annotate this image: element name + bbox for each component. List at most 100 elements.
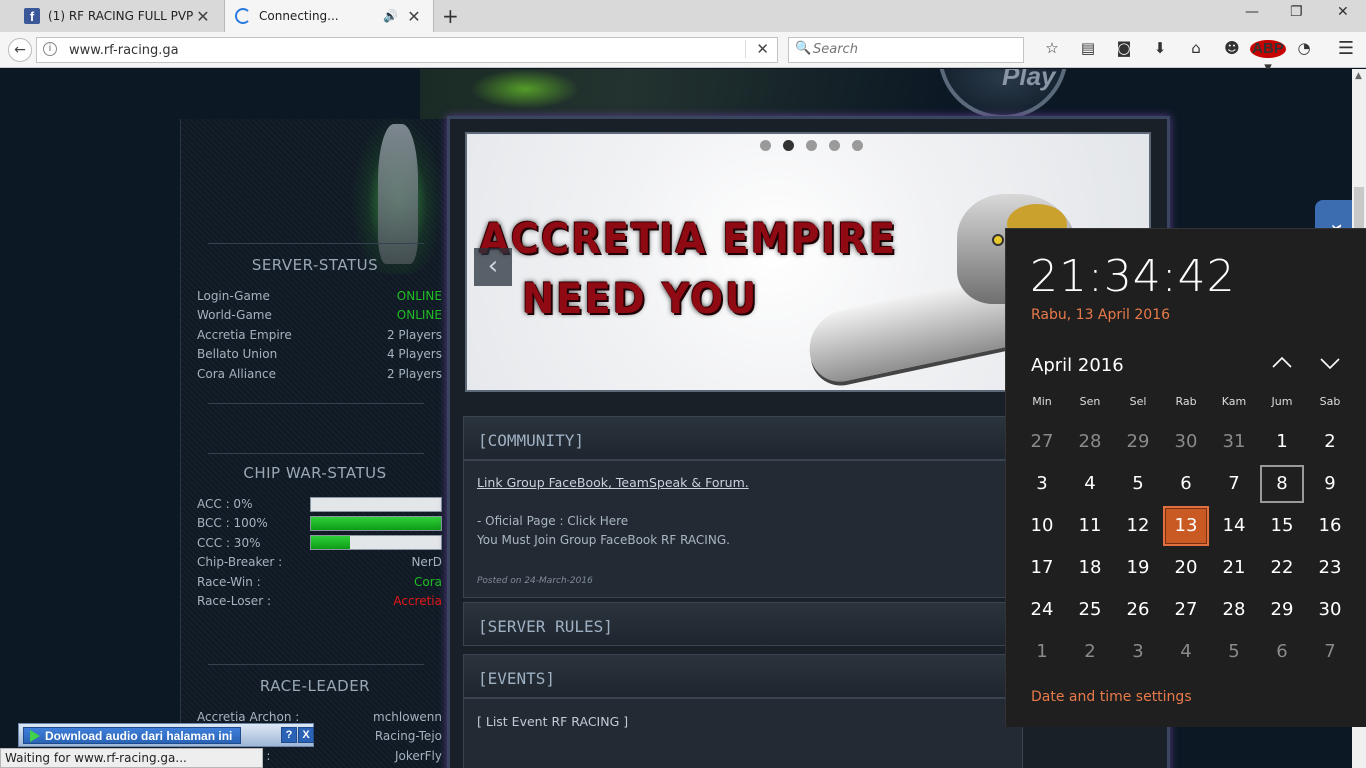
calendar-day[interactable]: 29 — [1260, 591, 1304, 629]
calendar-day[interactable]: 16 — [1308, 507, 1352, 545]
calendar-day[interactable]: 13 — [1163, 506, 1209, 546]
download-audio-button[interactable]: Download audio dari halaman ini — [23, 727, 242, 744]
join-group-text: You Must Join Group FaceBook RF RACING. — [477, 533, 730, 547]
scroll-up-icon[interactable]: ▲ — [1355, 71, 1362, 81]
address-bar[interactable]: i www.rf-racing.ga ✕ — [36, 37, 778, 63]
status-value: 4 Players — [386, 347, 442, 361]
previous-month-button[interactable] — [1270, 351, 1294, 375]
calendar-day[interactable]: 14 — [1212, 507, 1256, 545]
close-download-bar-button[interactable]: X — [298, 727, 314, 743]
calendar-day[interactable]: 19 — [1116, 549, 1160, 587]
search-box[interactable]: 🔍 — [788, 37, 1024, 63]
calendar-day[interactable]: 30 — [1164, 423, 1208, 461]
date-time-settings-link[interactable]: Date and time settings — [1031, 689, 1192, 705]
loading-spinner-icon — [235, 8, 251, 24]
calendar-day[interactable]: 5 — [1116, 465, 1160, 503]
slider-prev-button[interactable]: ‹ — [474, 248, 512, 286]
slider-dot-active[interactable] — [783, 140, 794, 151]
calendar-day[interactable]: 30 — [1308, 591, 1352, 629]
calendar-day[interactable]: 17 — [1020, 549, 1064, 587]
calendar-day[interactable]: 6 — [1164, 465, 1208, 503]
calendar-day[interactable]: 23 — [1308, 549, 1352, 587]
calendar-day[interactable]: 25 — [1068, 591, 1112, 629]
calendar-day[interactable]: 29 — [1116, 423, 1160, 461]
calendar-day[interactable]: 21 — [1212, 549, 1256, 587]
calendar-day[interactable]: 2 — [1308, 423, 1352, 461]
restore-button[interactable]: ❐ — [1290, 4, 1303, 20]
back-button[interactable]: ← — [8, 38, 32, 62]
download-audio-bar: Download audio dari halaman ini ? X — [18, 723, 314, 747]
status-value: 2 Players — [386, 367, 442, 381]
search-input[interactable] — [813, 42, 1013, 57]
next-month-button[interactable] — [1318, 351, 1342, 375]
play-label[interactable]: Play — [1002, 69, 1056, 92]
calendar-day[interactable]: 12 — [1116, 507, 1160, 545]
weekday-label: Sen — [1079, 395, 1101, 408]
url-text[interactable]: www.rf-racing.ga — [69, 43, 179, 58]
calendar-day[interactable]: 15 — [1260, 507, 1304, 545]
chip-bar-fill — [311, 536, 350, 549]
events-body — [463, 698, 1023, 768]
status-value: ONLINE — [396, 308, 442, 322]
status-row-world: World-Game ONLINE — [197, 308, 442, 326]
status-row-cora: Cora Alliance 2 Players — [197, 367, 442, 385]
chip-value: Cora — [413, 575, 442, 589]
calendar-day[interactable]: 4 — [1164, 633, 1208, 671]
official-page-text[interactable]: - Oficial Page : Click Here — [477, 514, 628, 528]
calendar-day[interactable]: 27 — [1020, 423, 1064, 461]
calendar-day[interactable]: 8 — [1260, 465, 1304, 503]
calendar-day[interactable]: 20 — [1164, 549, 1208, 587]
calendar-day[interactable]: 28 — [1068, 423, 1112, 461]
events-header[interactable]: [EVENTS] — [463, 654, 1023, 698]
slider-dot[interactable] — [852, 140, 863, 151]
slider-dot[interactable] — [806, 140, 817, 151]
leader-label: Accretia Archon : — [197, 710, 300, 724]
chip-value: NerD — [411, 555, 442, 569]
calendar-day[interactable]: 4 — [1068, 465, 1112, 503]
calendar-day[interactable]: 7 — [1308, 633, 1352, 671]
calendar-day[interactable]: 5 — [1212, 633, 1256, 671]
calendar-day[interactable]: 11 — [1068, 507, 1112, 545]
speaker-icon[interactable]: 🔊 — [383, 9, 399, 23]
community-link[interactable]: Link Group FaceBook, TeamSpeak & Forum. — [477, 475, 749, 490]
calendar-day[interactable]: 10 — [1020, 507, 1064, 545]
calendar-day[interactable]: 22 — [1260, 549, 1304, 587]
calendar-day[interactable]: 6 — [1260, 633, 1304, 671]
calendar-day[interactable]: 3 — [1020, 465, 1064, 503]
calendar-day[interactable]: 26 — [1116, 591, 1160, 629]
calendar-day[interactable]: 24 — [1020, 591, 1064, 629]
divider — [208, 664, 424, 665]
help-button[interactable]: ? — [281, 727, 297, 743]
tab-close-icon[interactable]: ✕ — [405, 7, 423, 26]
community-heading: [COMMUNITY] — [478, 431, 584, 450]
calendar-day[interactable]: 7 — [1212, 465, 1256, 503]
weekday-label: Min — [1032, 395, 1052, 408]
calendar-day[interactable]: 31 — [1212, 423, 1256, 461]
tab-facebook[interactable]: f (1) RF RACING FULL PVP S... ✕ — [14, 0, 222, 32]
chip-label: Chip-Breaker : — [197, 555, 283, 569]
calendar-day[interactable]: 1 — [1020, 633, 1064, 671]
slider-dot[interactable] — [829, 140, 840, 151]
calendar-day[interactable]: 28 — [1212, 591, 1256, 629]
tab-close-icon[interactable]: ✕ — [194, 7, 212, 26]
calendar-day[interactable]: 3 — [1116, 633, 1160, 671]
hamburger-menu-icon[interactable]: ☰ — [1338, 38, 1354, 59]
chip-value: Accretia — [393, 594, 442, 608]
long-date[interactable]: Rabu, 13 April 2016 — [1031, 307, 1170, 323]
stop-loading-button[interactable]: ✕ — [745, 40, 769, 58]
info-icon[interactable]: i — [43, 42, 57, 56]
chip-row-win: Race-Win : Cora — [197, 575, 442, 593]
server-rules-header[interactable]: [SERVER RULES] — [463, 602, 1023, 646]
calendar-day[interactable]: 1 — [1260, 423, 1304, 461]
calendar-day[interactable]: 2 — [1068, 633, 1112, 671]
slider-dot[interactable] — [760, 140, 771, 151]
calendar-day[interactable]: 9 — [1308, 465, 1352, 503]
minimize-button[interactable]: — — [1245, 4, 1259, 20]
tab-rf-racing[interactable]: Connecting... 🔊 ✕ — [224, 0, 434, 32]
month-label[interactable]: April 2016 — [1031, 355, 1124, 376]
community-header: [COMMUNITY] — [463, 416, 1023, 460]
calendar-day[interactable]: 27 — [1164, 591, 1208, 629]
calendar-day[interactable]: 18 — [1068, 549, 1112, 587]
new-tab-button[interactable]: + — [442, 4, 459, 28]
close-window-button[interactable]: ✕ — [1337, 4, 1349, 20]
